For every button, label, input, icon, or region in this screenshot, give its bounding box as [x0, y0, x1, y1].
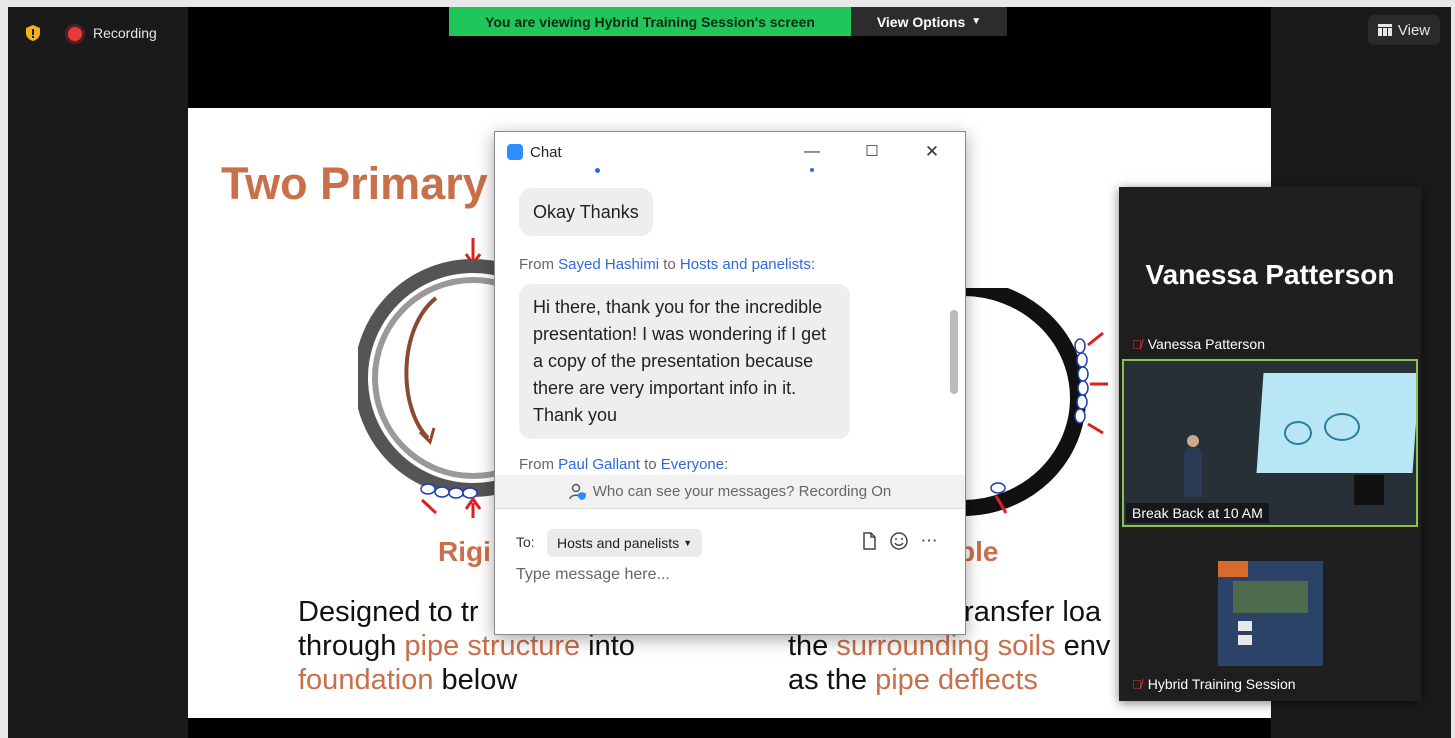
viewing-banner-text: You are viewing Hybrid Training Session'…: [485, 13, 815, 30]
active-speaker-name: Vanessa Patterson: [1145, 259, 1395, 290]
view-options-label: View Options: [876, 13, 966, 30]
to-label: To:: [516, 534, 535, 550]
security-shield-icon[interactable]: [24, 24, 42, 42]
recording-indicator-icon[interactable]: [68, 27, 82, 41]
thumbnail-banner: [1218, 561, 1248, 577]
window-frame-right: [1451, 0, 1455, 738]
projected-oval: [1284, 421, 1312, 445]
chat-compose-area: To: Hosts and panelists ▼ ⋯ Type message…: [495, 508, 965, 635]
mic-muted-icon: 🎙̸: [1132, 336, 1142, 352]
chevron-down-icon: ▼: [683, 538, 693, 548]
projected-oval: [1324, 413, 1360, 441]
chevron-down-icon: ▼: [971, 16, 982, 27]
view-button-label: View: [1397, 21, 1431, 39]
zoom-chat-icon: [507, 144, 523, 160]
file-icon[interactable]: [859, 531, 879, 551]
chat-scrollbar[interactable]: [950, 310, 958, 394]
thumbnail-square: [1238, 635, 1252, 645]
mic-muted-icon: 🎙̸: [1132, 676, 1142, 692]
chat-title: Chat: [530, 144, 562, 161]
recipient-name[interactable]: Hosts and panelists:: [680, 256, 815, 273]
window-frame-left: [0, 0, 8, 738]
chat-message-meta: From Paul Gallant to Everyone:: [519, 456, 729, 473]
close-icon[interactable]: ✕: [919, 139, 945, 165]
person-shield-icon: [569, 483, 586, 500]
sender-name[interactable]: Paul Gallant: [558, 456, 640, 473]
minimize-icon[interactable]: —: [799, 139, 825, 165]
grid-view-icon: [1377, 24, 1392, 36]
slide-title: Two Primary: [221, 158, 488, 209]
chat-titlebar[interactable]: Chat — ☐ ✕: [495, 132, 965, 172]
presenter-body: [1184, 447, 1202, 497]
chat-message-meta: From Sayed Hashimi to Hosts and panelist…: [519, 256, 815, 273]
participant-name-tag: 🎙̸ Hybrid Training Session: [1124, 673, 1304, 695]
video-tile-active[interactable]: Break Back at 10 AM: [1122, 359, 1418, 527]
chat-window[interactable]: Chat — ☐ ✕ Okay Thanks From Sayed Hashim…: [494, 131, 966, 635]
video-tile-thumbnail[interactable]: [1218, 561, 1323, 666]
podium: [1354, 475, 1384, 505]
view-button[interactable]: View: [1368, 15, 1440, 45]
chat-message-bubble[interactable]: Okay Thanks: [519, 188, 653, 236]
who-can-see-bar[interactable]: Who can see your messages? Recording On: [495, 475, 965, 508]
emoji-icon[interactable]: [889, 531, 909, 551]
cutoff-message-meta: [535, 168, 835, 175]
recording-label[interactable]: Recording: [93, 25, 157, 41]
thumbnail-photo: [1233, 581, 1308, 613]
window-frame-top: [0, 0, 1455, 7]
presenter-head: [1187, 435, 1199, 447]
recipient-select-value: Hosts and panelists: [557, 535, 680, 551]
flexible-pipe-diagram: [963, 288, 1108, 516]
message-input[interactable]: Type message here...: [516, 566, 670, 584]
recipient-select[interactable]: Hosts and panelists ▼: [547, 529, 703, 557]
more-icon[interactable]: ⋯: [919, 531, 939, 551]
maximize-icon[interactable]: ☐: [859, 139, 885, 165]
video-caption: Break Back at 10 AM: [1126, 503, 1269, 523]
chat-message-bubble[interactable]: Hi there, thank you for the incredible p…: [519, 284, 850, 439]
view-options-button[interactable]: View Options ▼: [851, 7, 1007, 36]
participant-name-tag: 🎙̸ Vanessa Patterson: [1124, 333, 1274, 355]
recipient-name[interactable]: Everyone:: [661, 456, 729, 473]
slide-left-line-3: foundation below: [298, 664, 518, 696]
sender-name[interactable]: Sayed Hashimi: [558, 256, 659, 273]
slide-label-rigid: Rigi: [438, 536, 491, 567]
viewing-banner: You are viewing Hybrid Training Session'…: [449, 7, 851, 36]
slide-right-line-3: as the pipe deflects: [788, 664, 1038, 696]
thumbnail-square: [1238, 621, 1252, 631]
who-can-see-text: Who can see your messages? Recording On: [592, 483, 892, 500]
participant-video-panel: Vanessa Patterson 🎙̸ Vanessa Patterson B…: [1119, 187, 1421, 701]
